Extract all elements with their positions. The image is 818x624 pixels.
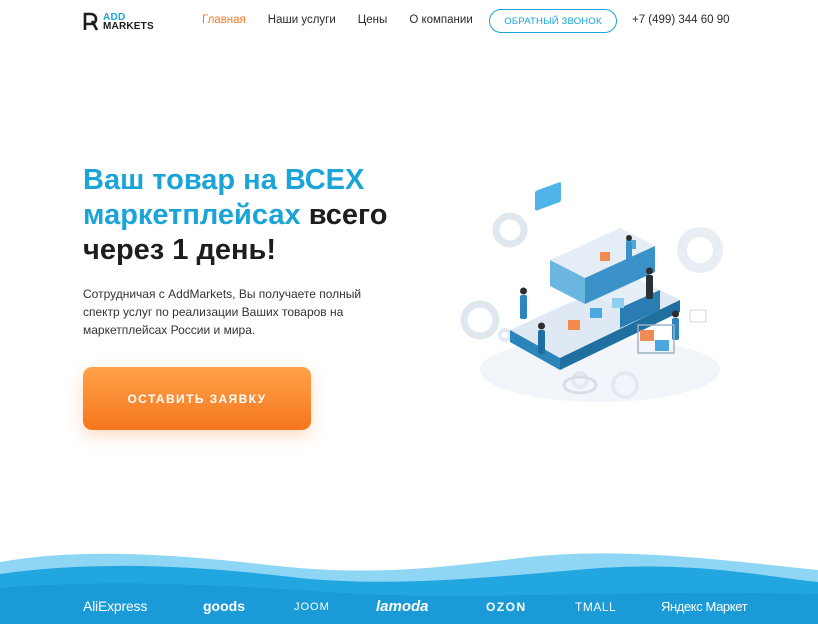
warehouse-illustration — [460, 182, 723, 402]
brand-tmall: TMALL — [575, 600, 617, 614]
callback-button[interactable]: ОБРАТНЫЙ ЗВОНОК — [489, 9, 617, 33]
brand-ozon: OZON — [486, 600, 527, 614]
hero-lead: Сотрудничая с AddMarkets, Вы получаете п… — [83, 287, 362, 337]
brand-lamoda: lamoda — [376, 598, 429, 615]
brand-aliexpress: AliExpress — [83, 598, 148, 614]
headline-dark-1: всего — [300, 199, 388, 231]
phone-link[interactable]: +7 (499) 344 60 90 — [632, 14, 730, 26]
brand-joom: JOOM — [294, 601, 330, 613]
brand-yandex-market: Яндекс Маркет — [661, 599, 748, 614]
logo-wordmark: ADD MARKETS — [103, 13, 154, 32]
logo[interactable]: ADD MARKETS — [83, 11, 154, 33]
logo-line-2: MARKETS — [103, 21, 154, 32]
header: ADD MARKETS Главная Наши услуги Цены О к… — [0, 0, 818, 44]
nav-item-about[interactable]: О компании — [409, 14, 472, 26]
headline-blue-2: маркетплейсах — [83, 199, 301, 231]
headline-dark-2: через 1 день! — [83, 234, 277, 266]
headline-blue-1: Ваш товар на ВСЕХ — [83, 164, 365, 196]
hero-headline: Ваш товар на ВСЕХ маркетплейсах всего че… — [83, 163, 443, 268]
submit-request-button[interactable]: ОСТАВИТЬ ЗАЯВКУ — [83, 367, 311, 430]
nav-item-prices[interactable]: Цены — [358, 14, 388, 26]
nav-item-services[interactable]: Наши услуги — [268, 14, 336, 26]
screen-icon — [535, 182, 561, 211]
logo-icon — [83, 12, 99, 31]
nav-item-home[interactable]: Главная — [202, 14, 246, 26]
brand-goods: goods — [203, 598, 245, 614]
marketplace-logos: AliExpress goods JOOM lamoda OZON TMALL … — [0, 598, 818, 622]
main-nav: Главная Наши услуги Цены О компании — [202, 14, 473, 26]
